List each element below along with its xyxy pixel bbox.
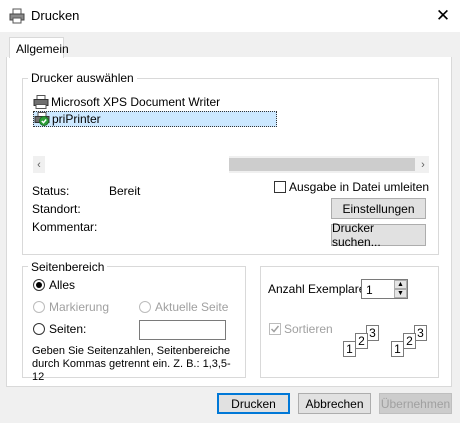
close-icon: ✕	[435, 6, 451, 25]
sheet-2: 2	[355, 333, 368, 349]
find-printer-button[interactable]: Drucker suchen...	[331, 221, 426, 249]
pages-radio[interactable]	[33, 323, 45, 335]
print-to-file-checkbox[interactable]	[274, 181, 286, 193]
page-range-group-label: Seitenbereich	[28, 260, 108, 274]
pages-input[interactable]	[139, 320, 226, 340]
tab-general[interactable]: Allgemein	[9, 37, 69, 58]
scrollbar-thumb[interactable]	[229, 158, 415, 171]
checkmark-icon	[270, 325, 280, 333]
comment-label: Kommentar:	[32, 220, 98, 234]
printer-list-item-priprinter[interactable]: priPrinter	[33, 111, 277, 127]
printer-list-item-xps[interactable]: Microsoft XPS Document Writer	[33, 94, 433, 110]
spin-up-icon[interactable]: ▲	[394, 280, 407, 289]
printer-name: Microsoft XPS Document Writer	[51, 95, 221, 109]
preferences-button[interactable]: Einstellungen	[331, 198, 426, 219]
default-printer-icon	[34, 112, 50, 126]
selection-label[interactable]: Markierung	[49, 300, 109, 314]
scroll-left-icon[interactable]: ‹	[33, 158, 45, 171]
collate-checkbox[interactable]	[269, 323, 281, 335]
sheet-1: 1	[391, 341, 404, 357]
printer-select-group-label: Drucker auswählen	[28, 71, 137, 85]
scrollbar-track[interactable]	[45, 156, 229, 173]
collate-pages-icon: 3 2 1 3 2 1	[340, 325, 432, 365]
current-page-radio[interactable]	[139, 301, 151, 313]
printer-list-scrollbar[interactable]: ‹ ›	[33, 156, 429, 173]
selection-radio[interactable]	[33, 301, 45, 313]
copies-label: Anzahl Exemplare:	[268, 282, 369, 296]
copies-value: 1	[366, 283, 373, 297]
page-range-hint: Geben Sie Seitenzahlen, Seitenbereiche d…	[32, 345, 231, 383]
printer-name: priPrinter	[52, 112, 101, 126]
status-value: Bereit	[109, 184, 141, 198]
close-button[interactable]: ✕	[430, 4, 456, 28]
copies-spinner[interactable]: 1 ▲ ▼	[361, 279, 408, 299]
printer-list[interactable]: Microsoft XPS Document Writer priPrinter	[33, 91, 433, 155]
current-page-label[interactable]: Aktuelle Seite	[155, 300, 228, 314]
all-pages-radio[interactable]	[33, 279, 45, 291]
apply-button[interactable]: Übernehmen	[379, 393, 452, 414]
window-title: Drucken	[31, 8, 80, 23]
print-to-file-label[interactable]: Ausgabe in Datei umleiten	[289, 180, 429, 194]
location-label: Standort:	[32, 202, 81, 216]
scroll-right-icon[interactable]: ›	[417, 158, 429, 171]
cancel-button[interactable]: Abbrechen	[298, 393, 371, 414]
printer-icon	[9, 8, 25, 24]
printer-icon	[33, 95, 49, 109]
spin-down-icon[interactable]: ▼	[394, 289, 407, 298]
pages-label[interactable]: Seiten:	[49, 322, 86, 336]
collate-label[interactable]: Sortieren	[284, 322, 333, 336]
sheet-1: 1	[343, 341, 356, 357]
status-label: Status:	[32, 184, 70, 198]
all-pages-label[interactable]: Alles	[49, 278, 75, 292]
print-button[interactable]: Drucken	[217, 393, 290, 414]
sheet-2: 2	[403, 333, 416, 349]
